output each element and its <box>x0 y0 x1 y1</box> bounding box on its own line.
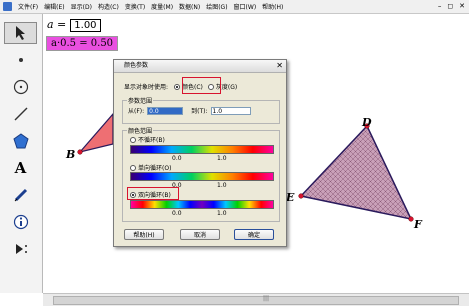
highlight-double-option <box>127 187 179 200</box>
menu-file[interactable]: 文件(F) <box>15 2 41 11</box>
line-tool[interactable] <box>4 103 37 125</box>
gradient-single <box>130 172 274 181</box>
play-more-icon <box>15 244 27 254</box>
minimize-button[interactable]: – <box>438 2 442 10</box>
triangle-partial[interactable] <box>78 112 114 154</box>
scroll-thumb[interactable] <box>53 296 459 305</box>
cancel-button[interactable]: 取消 <box>180 229 220 240</box>
point-icon <box>18 58 23 62</box>
menu-edit[interactable]: 编辑(E) <box>41 2 67 11</box>
scroll-grip-icon: ||| <box>263 295 270 302</box>
horizontal-scrollbar[interactable]: ||| <box>43 293 469 306</box>
from-label: 从(F): <box>128 108 145 115</box>
point-e[interactable] <box>298 193 304 199</box>
measure-expression[interactable]: a·0.5 = 0.50 <box>46 36 119 51</box>
menu-bar: 文件(F) 编辑(E) 显示(D) 构造(C) 变换(T) 度量(M) 数据(N… <box>0 0 469 14</box>
menu-data[interactable]: 数据(N) <box>176 2 203 11</box>
gradient-single-tick-1: 1.0 <box>217 182 227 189</box>
label-f: F <box>414 218 422 231</box>
toolbox: A <box>0 14 43 293</box>
info-icon <box>13 214 28 230</box>
arrow-tool[interactable] <box>4 22 37 44</box>
restore-button[interactable]: ◻ <box>447 2 453 10</box>
menu-measure[interactable]: 度量(M) <box>148 2 176 11</box>
menu-help[interactable]: 帮助(H) <box>259 2 286 11</box>
compass-tool[interactable] <box>4 76 37 98</box>
menu-construct[interactable]: 构造(C) <box>95 2 122 11</box>
mode-single-row[interactable]: 单向循环(O) <box>130 163 171 172</box>
color-range-title: 颜色范围 <box>127 126 154 135</box>
highlight-color-option <box>182 77 221 94</box>
text-icon: A <box>14 159 27 177</box>
gradient-double-tick-1: 1.0 <box>217 210 227 217</box>
marker-tool[interactable] <box>4 184 37 206</box>
mode-none-label[interactable]: 不循环(B) <box>138 135 165 144</box>
mode-single-label[interactable]: 单向循环(O) <box>138 163 171 172</box>
gradient-none <box>130 145 274 154</box>
arrow-icon <box>15 26 25 40</box>
display-label: 显示对象时使用: <box>124 84 169 91</box>
info-tool[interactable] <box>4 211 37 233</box>
label-b: B <box>66 148 76 161</box>
text-tool[interactable]: A <box>4 157 37 179</box>
measure-a-var: a = <box>47 18 67 31</box>
from-input[interactable]: 0.0 <box>147 106 184 115</box>
app-icon <box>3 2 12 11</box>
mode-none-radio[interactable] <box>130 136 136 143</box>
point-f[interactable] <box>408 216 414 222</box>
dialog-close-button[interactable]: ✕ <box>276 60 283 72</box>
gradient-none-tick-0: 0.0 <box>172 155 182 162</box>
to-input[interactable]: 1.0 <box>210 106 251 115</box>
dialog-title: 颜色参数 <box>124 62 149 69</box>
menu-graph[interactable]: 绘图(G) <box>203 2 230 11</box>
gradient-double-tick-0: 0.0 <box>172 210 182 217</box>
color-radio[interactable] <box>174 83 181 90</box>
measure-a[interactable]: a = 1.00 <box>47 18 101 32</box>
gradient-double <box>130 200 274 209</box>
segment-icon <box>14 107 27 121</box>
measure-a-value[interactable]: 1.00 <box>70 19 101 32</box>
pen-icon <box>14 188 27 202</box>
dialog-titlebar: 颜色参数 ✕ <box>114 60 286 73</box>
custom-tool[interactable] <box>4 238 37 260</box>
mode-none-row[interactable]: 不循环(B) <box>130 135 165 144</box>
point-tool[interactable] <box>4 49 37 71</box>
gradient-none-tick-1: 1.0 <box>217 155 227 162</box>
param-range-title: 参数范围 <box>127 96 154 105</box>
polygon-icon <box>12 133 29 149</box>
label-e: E <box>286 191 295 204</box>
point-b[interactable] <box>77 149 83 155</box>
menu-display[interactable]: 显示(D) <box>68 2 95 11</box>
polygon-tool[interactable] <box>4 130 37 152</box>
menu-window[interactable]: 窗口(W) <box>231 2 260 11</box>
color-parameter-dialog: 颜色参数 ✕ 显示对象时使用: 颜色(C) 灰度(G) 参数范围 从(F): 0… <box>113 59 287 247</box>
menu-transform[interactable]: 变换(T) <box>122 2 148 11</box>
label-d: D <box>362 116 372 129</box>
triangle-def[interactable] <box>299 124 413 221</box>
mode-single-radio[interactable] <box>130 164 136 171</box>
to-label: 到(T): <box>191 108 208 115</box>
circle-icon <box>13 79 28 95</box>
param-range-row: 从(F): 0.0 到(T): 1.0 <box>128 106 251 115</box>
ok-button[interactable]: 确定 <box>234 229 274 240</box>
close-window-button[interactable]: ✕ <box>459 2 465 10</box>
help-button[interactable]: 帮助(H) <box>124 229 164 240</box>
